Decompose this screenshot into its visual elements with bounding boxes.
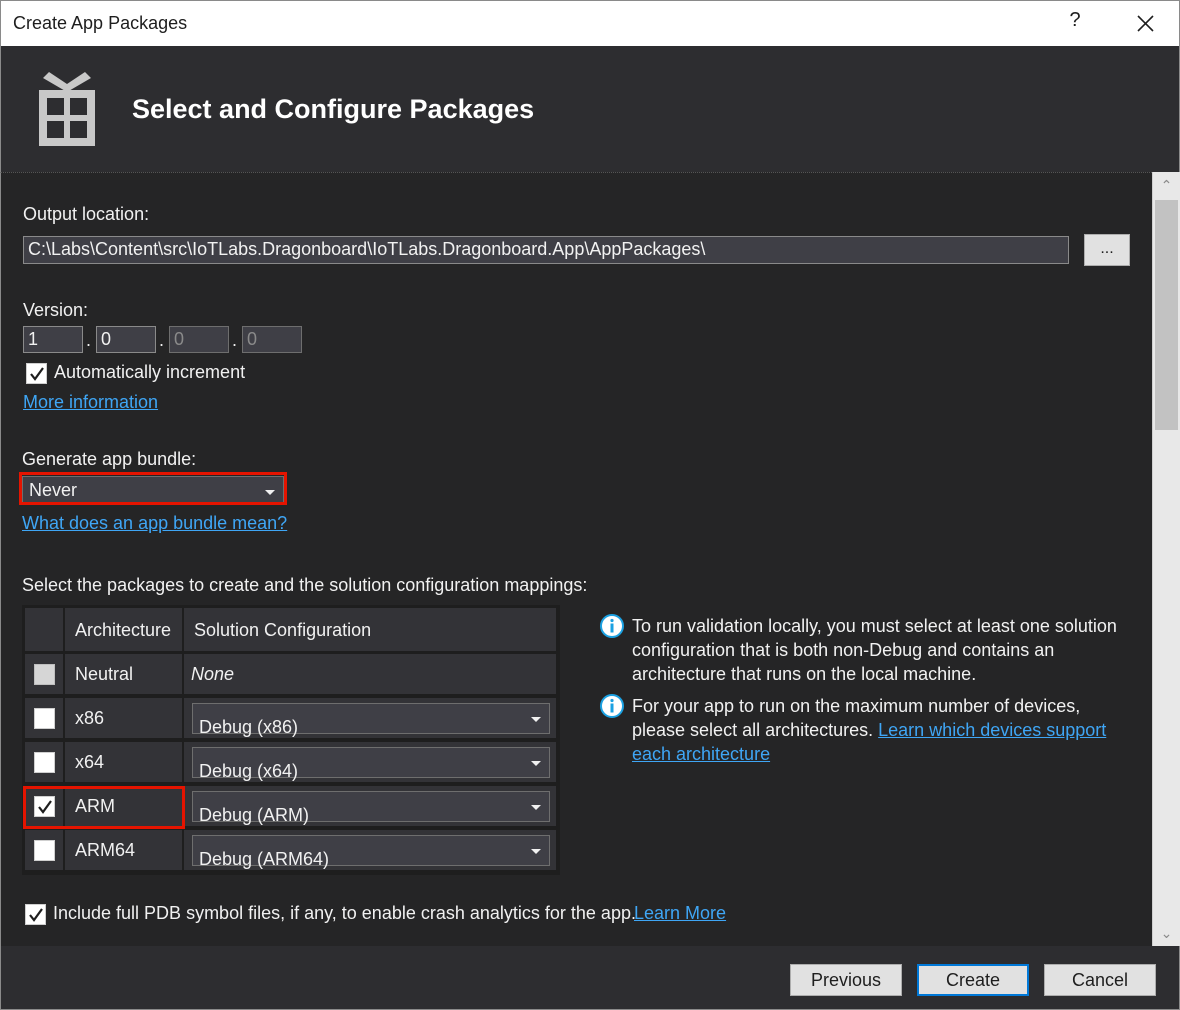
dropdown-arrow-icon [531,717,541,722]
table-cell-architecture: Neutral [65,654,182,694]
table-cell-select [25,654,63,694]
package-icon [39,72,95,146]
table-cell-select [25,698,63,738]
packages-label: Select the packages to create and the so… [22,575,588,595]
scroll-up-icon[interactable]: ⌃ [1153,172,1180,198]
x86-checkbox[interactable] [34,708,55,729]
version-minor-field[interactable]: 0 [96,326,156,353]
version-major-field[interactable]: 1 [23,326,83,353]
create-button[interactable]: Create [917,964,1029,996]
configuration-selected: Debug (ARM64) [199,849,330,869]
auto-increment-checkbox[interactable] [26,363,47,384]
dropdown-arrow-icon [531,805,541,810]
include-pdb-label: Include full PDB symbol files, if any, t… [53,903,636,923]
version-separator: . [232,330,238,350]
table-cell-select [25,786,63,826]
learn-more-link[interactable]: Learn More [634,903,726,924]
configuration-selected: Debug (x64) [199,761,299,781]
x64-configuration-dropdown[interactable]: Debug (x64) [192,747,550,781]
browse-button[interactable]: ... [1084,234,1130,266]
validation-note: To run validation locally, you must sele… [632,616,1117,684]
architectures-note: For your app to run on the maximum numbe… [632,694,1132,766]
include-pdb-checkbox[interactable] [25,904,46,925]
table-cell-architecture: x64 [65,742,182,782]
dropdown-arrow-icon [531,761,541,766]
table-cell-select [25,742,63,782]
cancel-button[interactable]: Cancel [1044,964,1156,996]
table-cell-architecture: ARM [65,786,182,826]
output-location-field[interactable]: C:\Labs\Content\src\IoTLabs.Dragonboard\… [23,236,1069,264]
scrollbar-thumb[interactable] [1155,200,1178,430]
window-title: Create App Packages [13,13,188,33]
close-icon [1137,15,1154,32]
arm-checkbox[interactable] [34,796,55,817]
app-bundle-label: Generate app bundle: [22,449,197,469]
table-cell-configuration: Debug (ARM64) [184,830,556,870]
previous-button[interactable]: Previous [790,964,902,996]
configuration-selected: Debug (ARM) [199,805,310,825]
auto-increment-label: Automatically increment [54,362,246,382]
table-cell-architecture: ARM64 [65,830,182,870]
neutral-checkbox [34,664,55,685]
scroll-down-icon[interactable]: ⌄ [1153,920,1180,946]
dropdown-arrow-icon [531,849,541,854]
info-icon [600,694,624,718]
page-heading: Select and Configure Packages [132,94,535,124]
packages-table: Architecture Solution Configuration Neut… [22,605,560,875]
app-bundle-help-link[interactable]: What does an app bundle mean? [22,513,287,534]
help-button[interactable]: ? [1063,9,1087,39]
table-cell-select [25,830,63,870]
table-cell-architecture: x86 [65,698,182,738]
info-icon [600,614,624,638]
table-header-configuration: Solution Configuration [184,608,556,651]
table-cell-configuration: Debug (x86) [184,698,556,738]
x64-checkbox[interactable] [34,752,55,773]
arm64-checkbox[interactable] [34,840,55,861]
title-bar: Create App Packages ? [0,0,1180,46]
wizard-footer: Previous Create Cancel [0,946,1180,1010]
table-cell-configuration: None [184,654,556,694]
output-location-label: Output location: [23,204,150,224]
vertical-scrollbar[interactable]: ⌃ ⌄ [1152,172,1180,946]
dropdown-arrow-icon [265,490,275,495]
checkmark-icon [29,908,43,922]
wizard-header: Select and Configure Packages [0,46,1180,172]
version-label: Version: [23,300,89,320]
table-cell-configuration: Debug (ARM) [184,786,556,826]
version-build-field: 0 [169,326,229,353]
version-separator: . [159,330,165,350]
arm-configuration-dropdown[interactable]: Debug (ARM) [192,791,550,825]
app-bundle-selected: Never [29,480,78,500]
table-header-architecture: Architecture [65,608,182,651]
close-button[interactable] [1129,7,1161,39]
table-header-select [25,608,63,651]
configuration-selected: Debug (x86) [199,717,299,737]
arm64-configuration-dropdown[interactable]: Debug (ARM64) [192,835,550,869]
app-bundle-dropdown[interactable]: Never [22,476,284,504]
table-cell-configuration: Debug (x64) [184,742,556,782]
version-separator: . [86,330,92,350]
more-information-link[interactable]: More information [23,392,158,413]
checkmark-icon [38,800,52,814]
version-revision-field: 0 [242,326,302,353]
checkmark-icon [30,367,44,381]
x86-configuration-dropdown[interactable]: Debug (x86) [192,703,550,737]
